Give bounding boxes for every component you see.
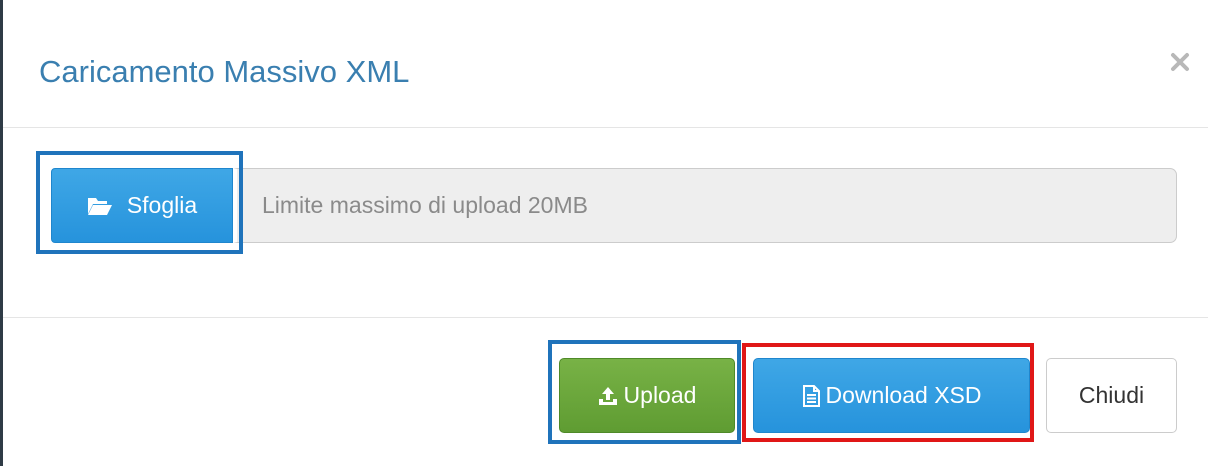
modal-header: Caricamento Massivo XML — [3, 0, 1208, 128]
file-name-field[interactable]: Limite massimo di upload 20MB — [233, 168, 1177, 243]
download-button-label: Download XSD — [825, 382, 982, 408]
file-text-icon — [802, 384, 820, 407]
modal-footer: Upload Download XSD Chiudi — [3, 317, 1208, 466]
download-xsd-button[interactable]: Download XSD — [753, 358, 1030, 433]
upload-button[interactable]: Upload — [559, 358, 735, 433]
file-field-placeholder: Limite massimo di upload 20MB — [262, 192, 588, 218]
modal-body: Sfoglia Limite massimo di upload 20MB — [3, 128, 1208, 316]
upload-icon — [598, 386, 618, 406]
upload-button-label: Upload — [623, 382, 697, 408]
close-modal-button[interactable]: Chiudi — [1046, 358, 1177, 433]
browse-button[interactable]: Sfoglia — [51, 168, 233, 243]
folder-open-icon — [87, 197, 112, 215]
file-input-group: Sfoglia Limite massimo di upload 20MB — [51, 168, 1177, 243]
close-button[interactable] — [1166, 46, 1194, 76]
upload-modal: Caricamento Massivo XML Sfoglia Limite m… — [3, 0, 1208, 466]
times-icon — [1171, 53, 1189, 71]
modal-title: Caricamento Massivo XML — [39, 54, 410, 89]
close-button-label: Chiudi — [1078, 382, 1145, 408]
browse-button-label: Sfoglia — [126, 192, 198, 218]
page: Caricamento Massivo XML Sfoglia Limite m… — [0, 0, 1208, 466]
